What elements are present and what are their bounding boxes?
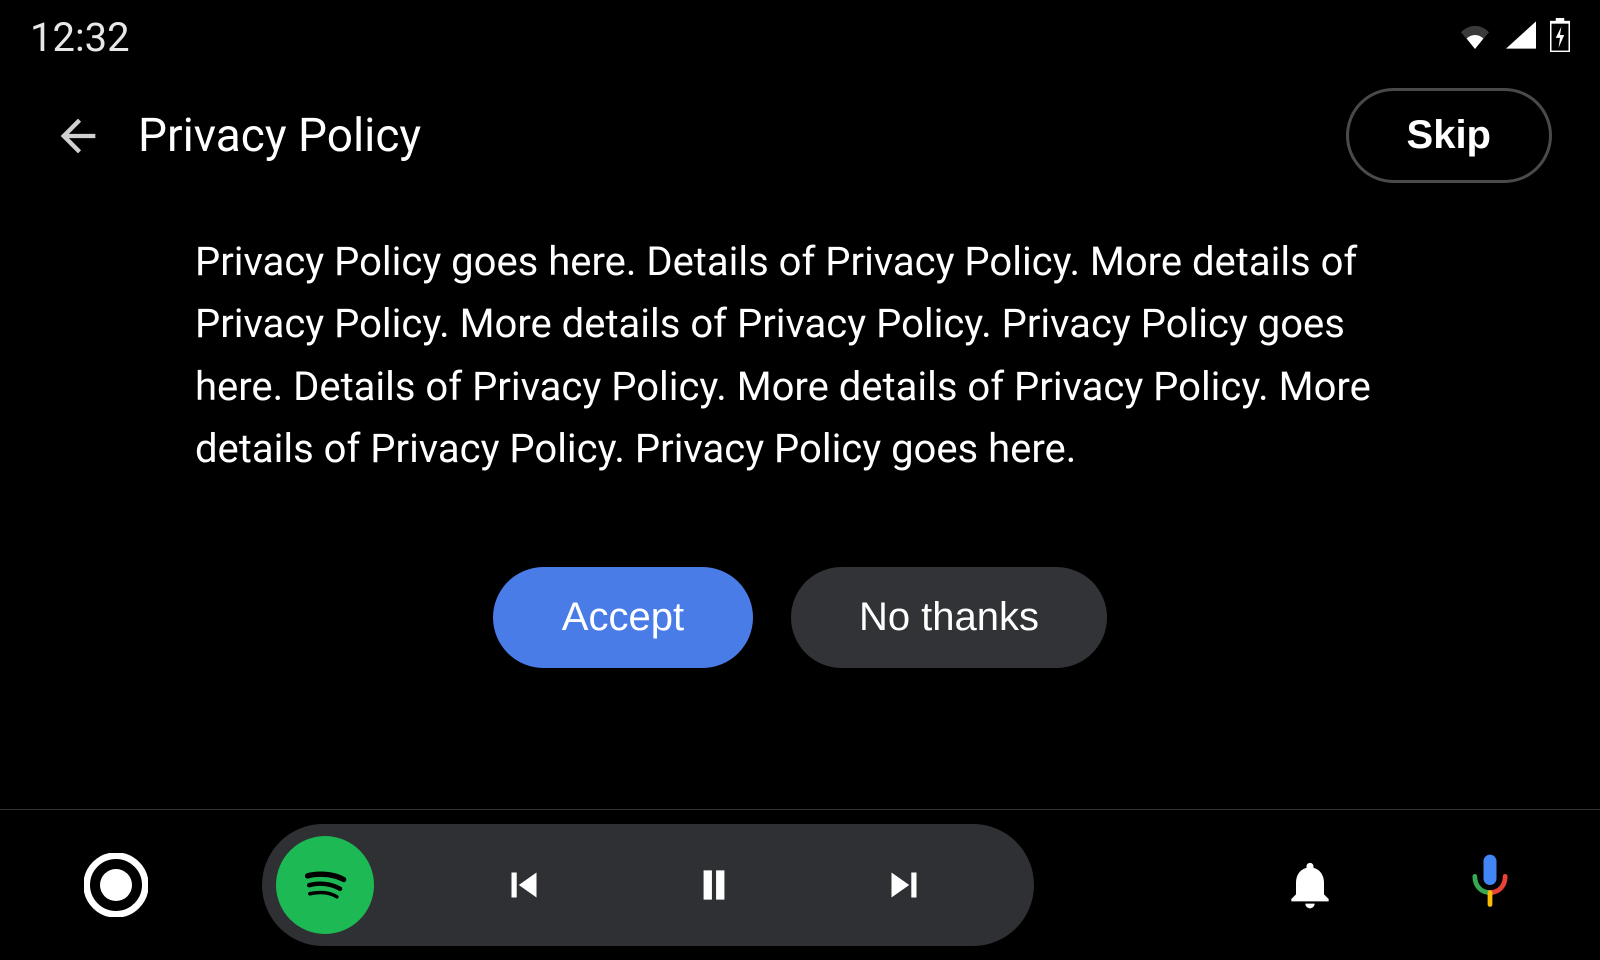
wifi-icon	[1458, 21, 1492, 53]
bell-icon	[1282, 857, 1338, 913]
next-track-button[interactable]	[834, 845, 974, 925]
pause-icon	[689, 860, 739, 910]
skip-next-icon	[879, 860, 929, 910]
status-bar: 12:32	[0, 0, 1600, 68]
header: Privacy Policy Skip	[0, 68, 1600, 213]
notifications-button[interactable]	[1280, 855, 1340, 915]
content-area: Privacy Policy goes here. Details of Pri…	[0, 213, 1600, 668]
status-time: 12:32	[30, 14, 130, 61]
decline-button[interactable]: No thanks	[791, 567, 1107, 668]
battery-icon	[1550, 18, 1570, 56]
page-title: Privacy Policy	[138, 109, 1346, 163]
launcher-button[interactable]	[80, 849, 152, 921]
bottom-right-icons	[1280, 855, 1520, 915]
skip-previous-icon	[499, 860, 549, 910]
voice-assistant-button[interactable]	[1460, 855, 1520, 915]
spotify-app-icon[interactable]	[276, 836, 374, 934]
accept-button[interactable]: Accept	[493, 567, 753, 668]
media-controls	[262, 824, 1034, 946]
spotify-icon	[290, 850, 360, 920]
back-button[interactable]	[48, 106, 108, 166]
status-icons	[1458, 18, 1570, 56]
policy-text: Privacy Policy goes here. Details of Pri…	[195, 231, 1405, 481]
mic-icon	[1464, 852, 1516, 918]
launcher-icon	[84, 853, 148, 917]
skip-button[interactable]: Skip	[1346, 88, 1552, 183]
bottom-nav-bar	[0, 810, 1600, 960]
arrow-left-icon	[52, 110, 104, 162]
play-pause-button[interactable]	[644, 845, 784, 925]
signal-icon	[1506, 21, 1536, 53]
previous-track-button[interactable]	[454, 845, 594, 925]
action-buttons: Accept No thanks	[195, 567, 1405, 668]
